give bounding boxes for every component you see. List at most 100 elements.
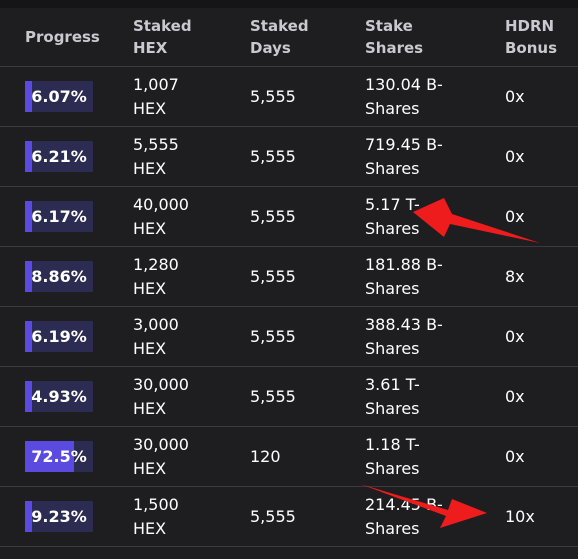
staked-hex-value: 30,000: [133, 434, 189, 454]
stake-shares-unit: Shares: [365, 278, 420, 298]
progress-label: 6.21%: [31, 146, 87, 166]
stake-shares-unit: Shares: [365, 218, 420, 238]
staked-days-cell: 5,555: [236, 486, 351, 547]
staked-days-value: 5,555: [250, 506, 296, 526]
table-row[interactable]: 9.23% 1,500 HEX 5,555 214.45 B- Shares 1…: [0, 486, 578, 547]
hdrn-bonus-value: 0x: [505, 386, 525, 406]
stake-shares-cell: 1.18 T- Shares: [351, 426, 491, 487]
staked-days-value: 120: [250, 446, 281, 466]
stake-shares-cell: 181.88 B- Shares: [351, 246, 491, 307]
stake-shares-value: 1.18 T-: [365, 434, 420, 454]
stake-shares-unit: Shares: [365, 398, 420, 418]
stake-shares-value: 719.45 B-: [365, 134, 443, 154]
header-hdrn-bonus[interactable]: HDRN Bonus: [491, 8, 578, 67]
staked-hex-value: 30,000: [133, 374, 189, 394]
hdrn-bonus-cell: 10x: [491, 486, 578, 547]
staked-hex-unit: HEX: [133, 458, 167, 478]
staked-hex-unit: HEX: [133, 158, 167, 178]
table-row[interactable]: 6.19% 3,000 HEX 5,555 388.43 B- Shares 0…: [0, 306, 578, 367]
progress-cell: 9.23%: [0, 486, 119, 547]
progress-cell: 6.21%: [0, 126, 119, 187]
header-staked-days[interactable]: Staked Days: [236, 8, 351, 67]
top-border: [0, 0, 578, 8]
hdrn-bonus-cell: 0x: [491, 306, 578, 367]
header-progress[interactable]: Progress: [0, 8, 119, 67]
progress-bar: 6.07%: [25, 81, 93, 112]
stake-shares-cell: 719.45 B- Shares: [351, 126, 491, 187]
table-row[interactable]: 6.17% 40,000 HEX 5,555 5.17 T- Shares 0x: [0, 186, 578, 247]
progress-label: 6.19%: [31, 326, 87, 346]
staked-days-cell: 5,555: [236, 66, 351, 127]
staked-hex-value: 1,280: [133, 254, 179, 274]
hdrn-bonus-cell: 0x: [491, 66, 578, 127]
staked-days-cell: 5,555: [236, 186, 351, 247]
progress-bar: 4.93%: [25, 381, 93, 412]
hdrn-bonus-cell: 0x: [491, 126, 578, 187]
stake-shares-value: 3.61 T-: [365, 374, 420, 394]
header-stake-shares[interactable]: Stake Shares: [351, 8, 491, 67]
hdrn-bonus-value: 8x: [505, 266, 525, 286]
hdrn-bonus-value: 0x: [505, 86, 525, 106]
stake-shares-value: 5.17 T-: [365, 194, 420, 214]
stake-shares-cell: 130.04 B- Shares: [351, 66, 491, 127]
staked-hex-cell: 30,000 HEX: [119, 366, 236, 427]
hdrn-bonus-cell: 0x: [491, 366, 578, 427]
progress-cell: 6.19%: [0, 306, 119, 367]
progress-label: 6.17%: [31, 206, 87, 226]
progress-bar: 6.17%: [25, 201, 93, 232]
stake-shares-unit: Shares: [365, 158, 420, 178]
stake-shares-cell: 3.61 T- Shares: [351, 366, 491, 427]
staked-hex-unit: HEX: [133, 98, 167, 118]
staked-hex-cell: 40,000 HEX: [119, 186, 236, 247]
header-staked-hex[interactable]: Staked HEX: [119, 8, 236, 67]
staked-hex-cell: 30,000 HEX: [119, 426, 236, 487]
hdrn-bonus-cell: 0x: [491, 186, 578, 247]
progress-cell: 72.5%: [0, 426, 119, 487]
progress-cell: 8.86%: [0, 246, 119, 307]
stake-shares-value: 181.88 B-: [365, 254, 443, 274]
hdrn-bonus-value: 10x: [505, 506, 535, 526]
staked-hex-unit: HEX: [133, 398, 167, 418]
progress-cell: 4.93%: [0, 366, 119, 427]
staked-hex-unit: HEX: [133, 218, 167, 238]
table-header-row: Progress Staked HEX Staked Days Stake Share…: [0, 8, 578, 67]
staked-days-value: 5,555: [250, 266, 296, 286]
staked-hex-cell: 1,500 HEX: [119, 486, 236, 547]
staked-days-cell: 120: [236, 426, 351, 487]
staked-hex-unit: HEX: [133, 278, 167, 298]
hdrn-bonus-cell: 0x: [491, 426, 578, 487]
staked-days-value: 5,555: [250, 86, 296, 106]
progress-cell: 6.07%: [0, 66, 119, 127]
table-row[interactable]: 8.86% 1,280 HEX 5,555 181.88 B- Shares 8…: [0, 246, 578, 307]
stake-shares-unit: Shares: [365, 518, 420, 538]
hdrn-bonus-value: 0x: [505, 446, 525, 466]
table-row[interactable]: 72.5% 30,000 HEX 120 1.18 T- Shares 0x: [0, 426, 578, 487]
progress-bar: 6.21%: [25, 141, 93, 172]
stake-shares-cell: 5.17 T- Shares: [351, 186, 491, 247]
staked-days-cell: 5,555: [236, 306, 351, 367]
staked-days-cell: 5,555: [236, 366, 351, 427]
table-row[interactable]: 6.21% 5,555 HEX 5,555 719.45 B- Shares 0…: [0, 126, 578, 187]
stake-shares-unit: Shares: [365, 338, 420, 358]
hdrn-bonus-value: 0x: [505, 326, 525, 346]
hdrn-bonus-value: 0x: [505, 206, 525, 226]
staked-hex-value: 3,000: [133, 314, 179, 334]
staked-hex-cell: 1,280 HEX: [119, 246, 236, 307]
table-row[interactable]: 4.93% 30,000 HEX 5,555 3.61 T- Shares 0x: [0, 366, 578, 427]
progress-label: 8.86%: [31, 266, 87, 286]
staked-hex-value: 40,000: [133, 194, 189, 214]
stake-shares-value: 388.43 B-: [365, 314, 443, 334]
stake-shares-unit: Shares: [365, 98, 420, 118]
stakes-table: Progress Staked HEX Staked Days Stake Share…: [0, 8, 578, 547]
progress-bar: 6.19%: [25, 321, 93, 352]
staked-hex-cell: 1,007 HEX: [119, 66, 236, 127]
staked-hex-unit: HEX: [133, 338, 167, 358]
progress-bar: 8.86%: [25, 261, 93, 292]
table-row[interactable]: 6.07% 1,007 HEX 5,555 130.04 B- Shares 0…: [0, 66, 578, 127]
hdrn-bonus-value: 0x: [505, 146, 525, 166]
stake-shares-unit: Shares: [365, 458, 420, 478]
stake-shares-cell: 214.45 B- Shares: [351, 486, 491, 547]
progress-label: 9.23%: [31, 506, 87, 526]
stake-shares-value: 214.45 B-: [365, 494, 443, 514]
progress-cell: 6.17%: [0, 186, 119, 247]
